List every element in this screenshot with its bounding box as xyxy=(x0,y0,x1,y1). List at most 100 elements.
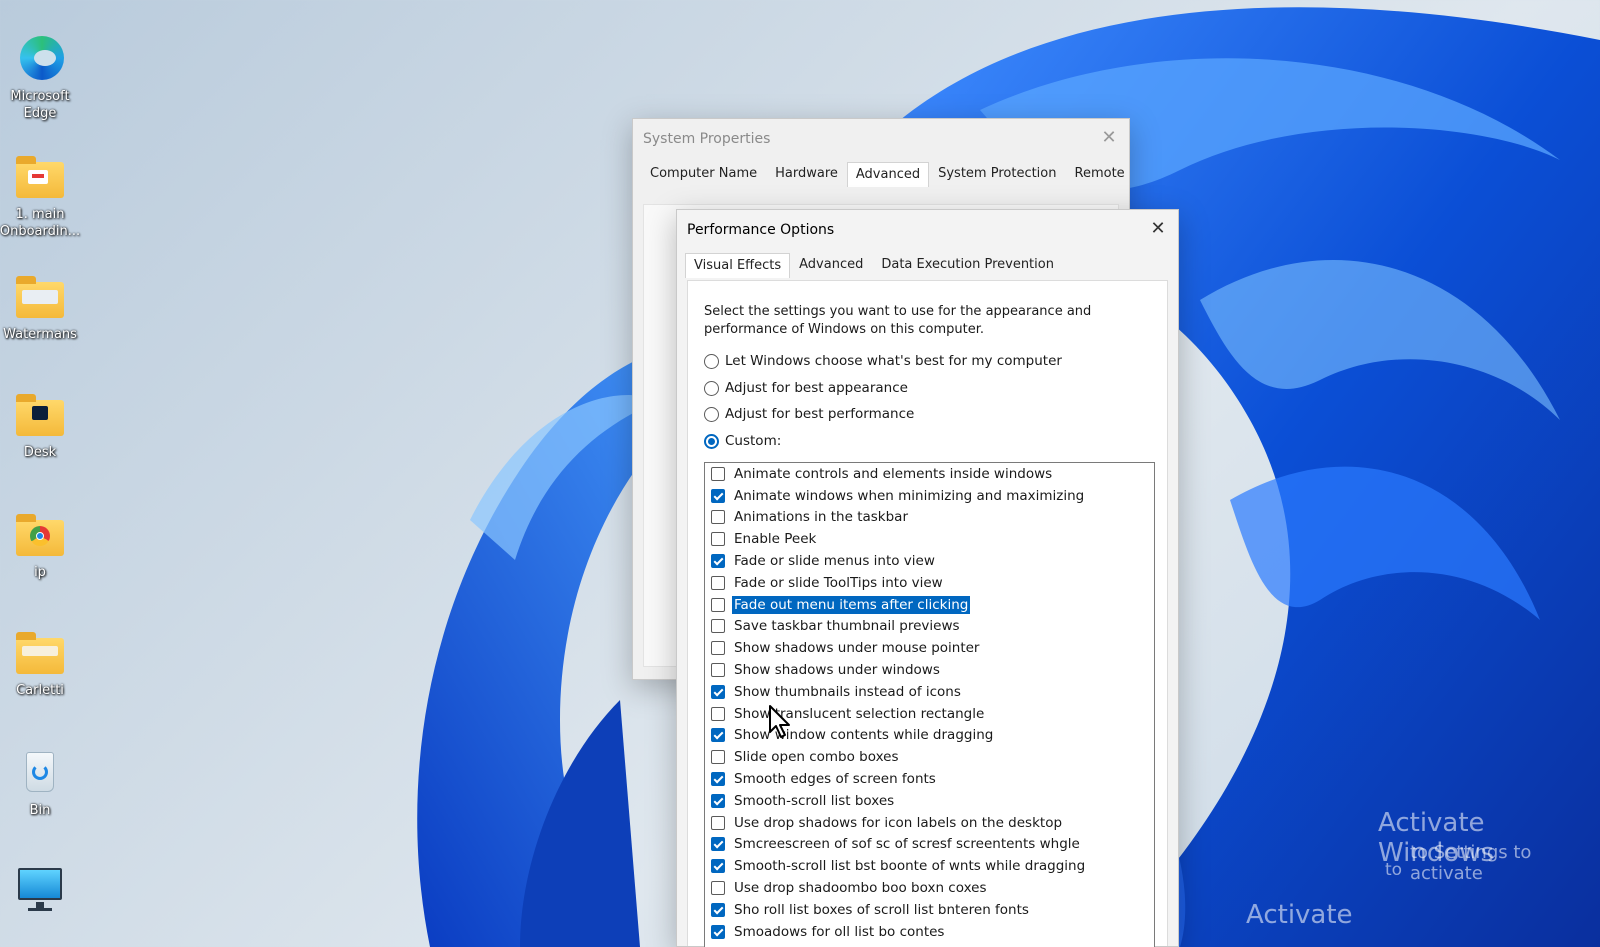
checkbox[interactable] xyxy=(711,772,725,787)
checkbox[interactable] xyxy=(711,619,725,634)
desktop-icon-label: Onboardin... xyxy=(0,224,81,239)
desktop-icon-label: Carletti xyxy=(16,683,64,698)
checkbox[interactable] xyxy=(711,510,725,525)
effect-option[interactable]: Smooth-scroll list bst boonte of wnts wh… xyxy=(705,855,1154,877)
desktop-icon-desk[interactable]: Desk xyxy=(0,390,80,461)
radio-best-appearance[interactable]: Adjust for best appearance xyxy=(704,380,908,396)
desktop-icon-ip[interactable]: ip xyxy=(0,510,80,581)
edge-icon xyxy=(12,34,68,84)
close-icon: ✕ xyxy=(1150,218,1166,239)
checkbox[interactable] xyxy=(711,641,725,656)
checkbox[interactable] xyxy=(711,750,725,765)
effect-option[interactable]: Smoadows for oll list bo contes xyxy=(705,921,1154,943)
checkbox[interactable] xyxy=(711,859,725,874)
effect-option[interactable]: Fade or slide menus into view xyxy=(705,550,1154,572)
checkbox[interactable] xyxy=(711,881,725,896)
effect-option[interactable]: Use drop shadows for icon labels on the … xyxy=(705,812,1154,834)
checkbox[interactable] xyxy=(711,793,725,808)
folder-icon xyxy=(12,390,68,440)
checkbox[interactable] xyxy=(711,902,725,917)
desktop-icon-label: Microsoft xyxy=(10,89,70,104)
desktop-icon-label: Watermans xyxy=(3,327,77,342)
tab-hardware[interactable]: Hardware xyxy=(766,161,847,187)
close-icon: ✕ xyxy=(1101,127,1117,148)
effect-option[interactable]: Sho roll list boxes of scroll list bnter… xyxy=(705,899,1154,921)
desktop-icon-bin[interactable]: Bin xyxy=(0,748,80,819)
tab-visual-effects[interactable]: Visual Effects xyxy=(685,253,791,278)
desktop-icon-main-onboarding[interactable]: 1. main Onboardin... xyxy=(0,152,80,240)
radio-best-performance[interactable]: Adjust for best performance xyxy=(704,406,914,422)
effect-option[interactable]: Animations in the taskbar xyxy=(705,507,1154,529)
radio-button[interactable] xyxy=(704,406,719,422)
checkbox[interactable] xyxy=(711,597,725,612)
checkbox[interactable] xyxy=(711,466,725,481)
radio-button[interactable] xyxy=(704,433,719,449)
effect-option[interactable]: Smcreescreen of sof sc of scresf screent… xyxy=(705,834,1154,856)
effect-label: Smoadows for oll list bo contes xyxy=(734,923,945,940)
effect-option[interactable]: Use drop shadoombo boo boxn coxes xyxy=(705,877,1154,899)
folder-icon xyxy=(12,152,68,202)
effect-label: Save taskbar thumbnail previews xyxy=(734,618,960,635)
tab-advanced[interactable]: Advanced xyxy=(790,252,872,278)
system-properties-titlebar[interactable]: System Properties xyxy=(633,119,1129,159)
tab-advanced[interactable]: Advanced xyxy=(846,162,930,187)
desktop-icon-this-pc[interactable] xyxy=(0,866,80,916)
close-button[interactable]: ✕ xyxy=(1095,125,1123,151)
window-title: Performance Options xyxy=(687,222,835,238)
close-button[interactable]: ✕ xyxy=(1144,216,1172,242)
effect-label: Use drop shadoombo boo boxn coxes xyxy=(734,880,987,897)
radio-button[interactable] xyxy=(704,353,719,369)
effect-option[interactable]: Slide open combo boxes xyxy=(705,746,1154,768)
effect-option[interactable]: Enable Peek xyxy=(705,528,1154,550)
checkbox[interactable] xyxy=(711,575,725,590)
checkbox[interactable] xyxy=(711,924,725,939)
desktop-icon-label: Edge xyxy=(23,106,57,121)
radio-label: Adjust for best appearance xyxy=(725,380,908,396)
checkbox[interactable] xyxy=(711,728,725,743)
effect-option[interactable]: Show thumbnails instead of icons xyxy=(705,681,1154,703)
effect-option[interactable]: Fade out menu items after clicking xyxy=(705,594,1154,616)
effect-option[interactable]: Smooth edges of screen fonts xyxy=(705,768,1154,790)
performance-options-tabs: Visual Effects Advanced Data Execution P… xyxy=(677,250,1178,278)
checkbox[interactable] xyxy=(711,488,725,503)
desktop-icon-label: ip xyxy=(34,565,46,580)
radio-let-windows-choose[interactable]: Let Windows choose what's best for my co… xyxy=(704,353,1062,369)
effect-label: Animate controls and elements inside win… xyxy=(734,465,1053,482)
desktop-icon-edge[interactable]: Microsoft Edge xyxy=(0,34,80,122)
effect-option[interactable]: Animate windows when minimizing and maxi… xyxy=(705,485,1154,507)
folder-icon xyxy=(12,510,68,560)
radio-button[interactable] xyxy=(704,380,719,396)
desktop-icon-label: 1. main xyxy=(15,207,65,222)
tab-data-execution-prevention[interactable]: Data Execution Prevention xyxy=(872,252,1063,278)
desktop-icon-watermans[interactable]: Watermans xyxy=(0,272,80,343)
checkbox[interactable] xyxy=(711,684,725,699)
checkbox[interactable] xyxy=(711,532,725,547)
performance-options-titlebar[interactable]: Performance Options xyxy=(677,210,1178,250)
effect-label: Fade or slide menus into view xyxy=(734,553,935,570)
desktop-icon-carletti[interactable]: Carletti xyxy=(0,628,80,699)
effect-label: Show thumbnails instead of icons xyxy=(734,683,961,700)
checkbox[interactable] xyxy=(711,837,725,852)
effect-option[interactable]: Fade or slide ToolTips into view xyxy=(705,572,1154,594)
tab-system-protection[interactable]: System Protection xyxy=(929,161,1065,187)
effect-label: Smcreescreen of sof sc of scresf screent… xyxy=(734,836,1080,853)
radio-custom[interactable]: Custom: xyxy=(704,433,781,449)
effect-label: Show shadows under mouse pointer xyxy=(734,640,980,657)
effect-option[interactable]: Show shadows under mouse pointer xyxy=(705,637,1154,659)
checkbox[interactable] xyxy=(711,815,725,830)
effect-option[interactable]: Smooth-scroll list boxes xyxy=(705,790,1154,812)
effect-option[interactable]: Show shadows under windows xyxy=(705,659,1154,681)
tab-computer-name[interactable]: Computer Name xyxy=(641,161,766,187)
effect-label: Sho roll list boxes of scroll list bnter… xyxy=(734,901,1029,918)
effect-option[interactable]: Save taskbar thumbnail previews xyxy=(705,616,1154,638)
checkbox[interactable] xyxy=(711,554,725,569)
performance-options-window: Performance Options ✕ Visual Effects Adv… xyxy=(676,209,1179,947)
window-title: System Properties xyxy=(643,131,771,147)
checkbox[interactable] xyxy=(711,663,725,678)
radio-label: Let Windows choose what's best for my co… xyxy=(725,353,1062,369)
effect-option[interactable]: Animate controls and elements inside win… xyxy=(705,463,1154,485)
tab-remote[interactable]: Remote xyxy=(1066,161,1134,187)
effect-label: Animate windows when minimizing and maxi… xyxy=(734,487,1085,504)
checkbox[interactable] xyxy=(711,706,725,721)
mouse-pointer-icon xyxy=(769,705,790,738)
